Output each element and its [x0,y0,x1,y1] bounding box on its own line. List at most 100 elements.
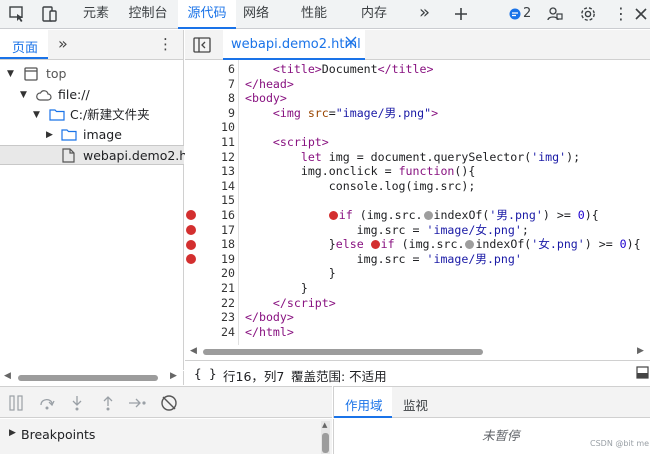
step-into-icon[interactable] [70,395,84,411]
issues-icon[interactable] [509,8,521,20]
devtools-toolbar: 元素 控制台 源代码 网络 性能 内存 » 2 ⋮ [0,0,650,29]
collapsed-arrow-icon[interactable]: ▶ [46,125,53,145]
scroll-right-icon[interactable]: ▶ [170,371,177,381]
line-number[interactable]: 12 [185,150,235,165]
code-line: <body> [245,91,287,106]
code-editor[interactable]: 6 7 8 9 10 11 12 13 14 15 16 17 18 19 20 21 22 23 24 <titl… [185,60,650,345]
expanded-arrow-icon[interactable]: ▼ [7,64,14,84]
tab-elements[interactable]: 元素 [75,0,117,29]
breakpoints-header[interactable]: Breakpoints [21,427,95,442]
tree-label: top [46,66,67,81]
code-line: if (img.src. indexOf('男.png') >= 0){ [245,208,599,223]
tab-scope-label: 作用域 [345,398,383,413]
line-number[interactable]: 23 [185,310,235,325]
watermark: CSDN @bit me [590,439,650,448]
close-tab-icon[interactable] [345,36,357,48]
line-number[interactable]: 14 [185,179,235,194]
tree-item-folder[interactable]: ▼ C:/新建文件夹 [0,105,184,125]
customize-icon[interactable] [546,5,564,23]
scroll-left-icon[interactable]: ◀ [190,346,197,356]
code-line: </script> [272,295,336,310]
cloud-icon [36,89,52,101]
line-number[interactable]: 22 [185,296,235,311]
line-number[interactable]: 15 [185,193,235,208]
line-number[interactable]: 11 [185,135,235,150]
folder-icon [61,128,77,141]
step-icon[interactable] [128,395,148,411]
tab-scope[interactable]: 作用域 [334,387,392,418]
tree-label: file:// [58,87,90,102]
tab-performance[interactable]: 性能 [294,0,334,29]
editor-status-bar: { } 行16，列7 覆盖范围: 不适用 [185,360,650,386]
line-number[interactable]: 13 [185,164,235,179]
editor-file-tab[interactable]: webapi.demo2.html [223,30,365,60]
add-tab-icon[interactable] [452,5,470,23]
scroll-left-icon[interactable]: ◀ [4,371,11,381]
inline-breakpoint-icon[interactable] [328,211,338,220]
step-over-icon[interactable] [39,395,55,411]
inspect-element-icon[interactable] [8,5,26,23]
editor-scrollbar[interactable]: ◀ ▶ [185,346,650,359]
frame-icon [24,67,38,81]
dock-icon[interactable] [636,366,649,379]
more-options-icon[interactable]: ⋮ [612,5,630,23]
issues-count[interactable]: 2 [523,6,531,21]
tab-watch[interactable]: 监视 [403,395,428,414]
cursor-position: 行16，列7 [223,369,285,384]
tab-network[interactable]: 网络 [238,0,274,29]
navigator-menu-icon[interactable]: ⋮ [158,35,173,53]
scroll-thumb[interactable] [203,349,483,355]
breakpoints-section[interactable]: ▶ Breakpoints ▲ [0,419,332,454]
line-number[interactable]: 9 [185,106,235,121]
inline-breakpoint-inactive-icon[interactable] [423,211,433,220]
tree-item-image-folder[interactable]: ▶ image [0,125,184,145]
scope-pane: 未暂停 CSDN @bit me [333,419,650,454]
inline-breakpoint-inactive-icon[interactable] [465,240,475,250]
folder-icon [49,108,65,121]
breakpoint-marker-icon[interactable] [186,224,196,235]
deactivate-breakpoints-icon[interactable] [160,394,178,412]
scroll-right-icon[interactable]: ▶ [637,346,644,356]
line-number[interactable]: 10 [185,120,235,135]
code-line: let img = document.querySelector('img'); [300,149,581,164]
collapsed-arrow-icon[interactable]: ▶ [9,428,16,438]
line-number[interactable]: 24 [185,325,235,340]
inline-breakpoint-icon[interactable] [370,240,380,250]
coverage-status: 覆盖范围: 不适用 [291,369,387,384]
line-number[interactable]: 7 [185,77,235,92]
tree-item-file[interactable]: ▼ file:// [0,85,184,105]
more-tabs-icon[interactable]: » [419,3,437,23]
expanded-arrow-icon[interactable]: ▼ [33,105,40,125]
close-devtools-icon[interactable] [632,5,650,23]
code-line: }else if (img.src. indexOf('女.png') >= 0)… [245,237,641,252]
settings-gear-icon[interactable] [579,5,597,23]
device-toolbar-icon[interactable] [40,5,58,23]
tab-console[interactable]: 控制台 [120,0,176,29]
editor-tabs-bar: webapi.demo2.html [185,30,650,60]
debugger-toolbar [0,386,332,418]
pause-icon[interactable] [9,395,23,411]
line-number[interactable]: 8 [185,91,235,106]
code-line: } [245,281,308,295]
step-out-icon[interactable] [101,395,115,411]
more-navigator-tabs-icon[interactable]: » [58,34,68,53]
tree-label: image [83,127,122,142]
vertical-scrollbar[interactable]: ▲ [321,421,330,454]
pretty-print-button[interactable]: { } [194,366,217,381]
toggle-navigator-icon[interactable] [193,37,211,53]
line-number[interactable]: 6 [185,62,235,77]
expanded-arrow-icon[interactable]: ▼ [20,85,27,105]
breakpoint-marker-icon[interactable] [186,239,196,250]
file-icon [62,148,75,163]
tree-item-top[interactable]: ▼ top [0,64,184,84]
line-number[interactable]: 20 [185,266,235,281]
scroll-thumb[interactable] [18,375,158,381]
line-number[interactable]: 21 [185,281,235,296]
tree-item-html-file[interactable]: webapi.demo2.htm [0,145,204,165]
tree-scrollbar[interactable]: ◀ ▶ [0,371,184,385]
tab-sources[interactable]: 源代码 [178,0,236,29]
tab-page[interactable]: 页面 [12,37,38,56]
code-line: } [245,266,336,281]
tab-memory[interactable]: 内存 [354,0,394,29]
code-line: </body> [245,310,294,325]
